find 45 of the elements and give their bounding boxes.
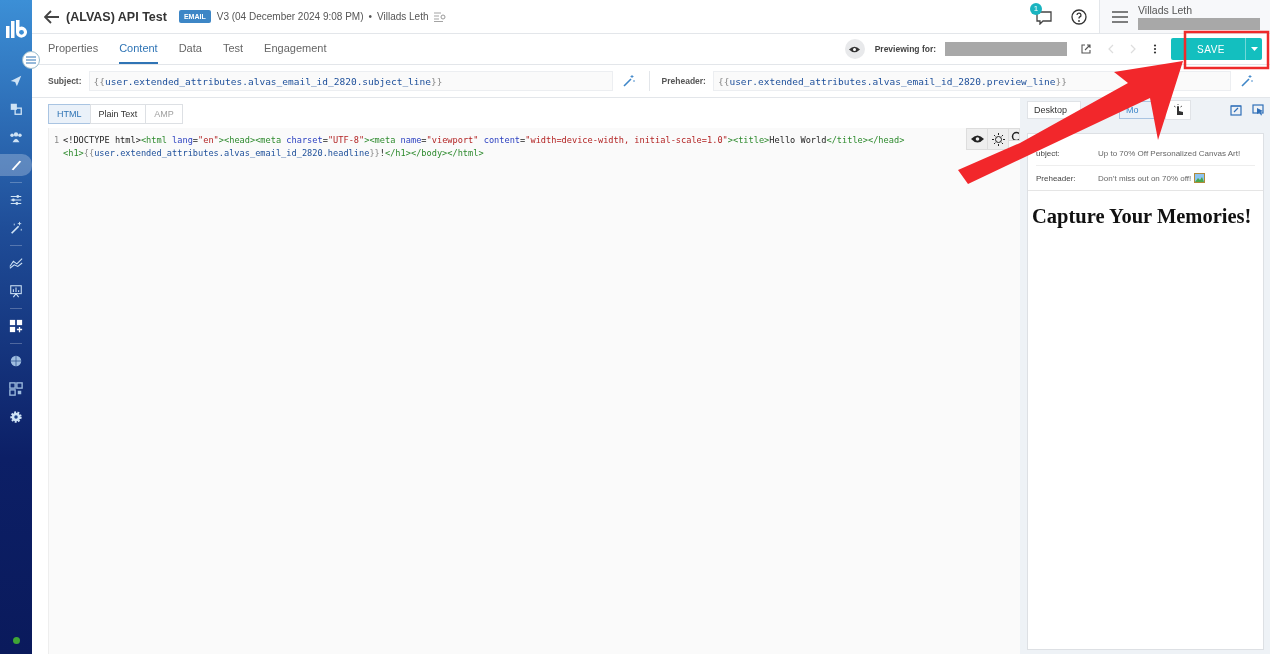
field-label: Subject: bbox=[48, 76, 82, 86]
author-name: Villads Leth bbox=[377, 11, 429, 22]
line-number: 1 bbox=[53, 135, 59, 145]
device-toggle[interactable]: Desktop bbox=[1027, 101, 1081, 119]
field-label: Preheader: bbox=[661, 76, 706, 86]
preview-value: Don’t miss out on 70% off! bbox=[1098, 173, 1192, 183]
status-dot bbox=[12, 637, 20, 644]
preview-eye-icon[interactable] bbox=[844, 39, 865, 59]
subject-field[interactable]: {{user.extended_attributes.alvas_email_id_2820.subject_line}} bbox=[88, 71, 613, 91]
preview-label: ubject: bbox=[1036, 149, 1061, 158]
chat-icon[interactable] bbox=[1035, 8, 1053, 25]
magic-wand-icon[interactable] bbox=[622, 75, 635, 87]
separator-dot: • bbox=[368, 11, 372, 22]
format-tab[interactable]: Plain Text bbox=[89, 104, 147, 124]
preview-eye-icon[interactable] bbox=[966, 128, 988, 150]
preview-value: Up to 70% Off Personalized Canvas Art! bbox=[1098, 149, 1241, 158]
menu-toggle-icon[interactable] bbox=[22, 51, 40, 69]
logo-icon[interactable] bbox=[5, 18, 27, 40]
help-icon[interactable] bbox=[1071, 8, 1087, 25]
notification-count: 1 bbox=[1030, 2, 1042, 15]
format-tab[interactable]: HTML bbox=[48, 104, 91, 124]
menu-icon[interactable] bbox=[1112, 10, 1128, 23]
tab[interactable]: Data bbox=[178, 34, 202, 64]
external-link-icon[interactable] bbox=[1081, 44, 1092, 54]
code-line: <!DOCTYPE html><html lang="en"><head><meta charset="UTF-8"><meta name="viewport" content="width=device-width, initial-scale=1.0"><title>Hello World</title></head> bbox=[63, 134, 905, 147]
user-name: Villads Leth bbox=[1138, 3, 1194, 16]
preview-label: Preheader: bbox=[1036, 173, 1077, 183]
cursor-select-icon[interactable] bbox=[1252, 104, 1264, 116]
version-label: V3 (04 December 2024 9:08 PM) bbox=[216, 11, 364, 22]
brush-icon[interactable] bbox=[0, 154, 32, 176]
email-headline: Capture Your Memories! bbox=[1032, 205, 1253, 228]
tab[interactable]: Engagement bbox=[264, 34, 327, 64]
device-frame-icon[interactable] bbox=[1230, 104, 1242, 116]
page-title: (ALVAS) API Test bbox=[66, 9, 167, 24]
magic-wand-icon[interactable] bbox=[1240, 75, 1253, 87]
preview-user-field[interactable] bbox=[945, 39, 1068, 59]
theme-sun-icon[interactable] bbox=[987, 128, 1009, 150]
tab[interactable]: Test bbox=[222, 34, 244, 64]
tab[interactable]: Content bbox=[119, 34, 158, 64]
previewing-label: Previewing for: bbox=[874, 44, 937, 54]
back-arrow-icon[interactable] bbox=[44, 9, 60, 24]
code-line: <h1>{{user.extended_attributes.alvas_email_id_2820.headline}}!</h1></body></html> bbox=[63, 147, 485, 160]
search-icon[interactable] bbox=[1008, 128, 1020, 141]
tab[interactable]: Properties bbox=[48, 34, 99, 64]
more-icon[interactable] bbox=[1153, 44, 1158, 54]
